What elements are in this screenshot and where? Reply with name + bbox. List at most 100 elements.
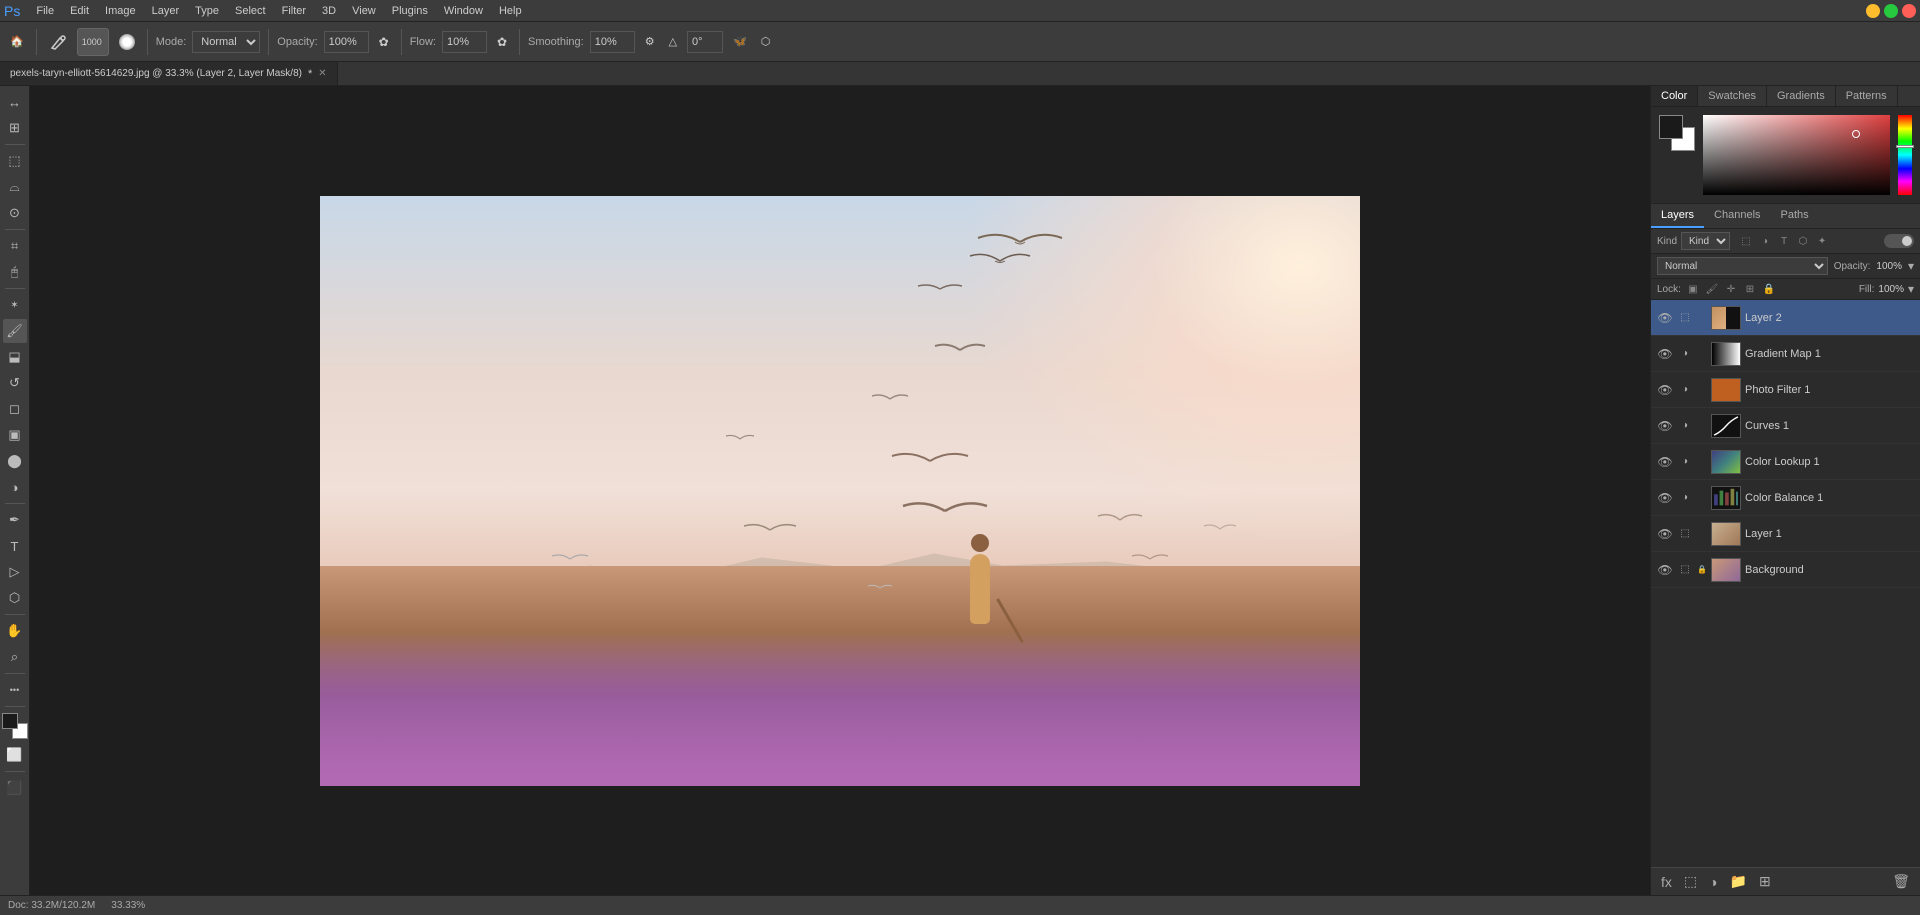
brush-tool-button[interactable] [45,31,71,53]
brush-tool[interactable]: 🖌 [3,319,27,343]
angle-input[interactable]: 0° [687,31,723,53]
layer-visibility-toggle[interactable]: 👁 [1657,418,1673,434]
gradient-tool[interactable]: ▣ [3,423,27,447]
history-brush-tool[interactable]: ↺ [3,371,27,395]
shape-tool[interactable]: ⬡ [3,586,27,610]
layer-item-layer1[interactable]: 👁 ⬚ Layer 1 [1651,516,1920,552]
angle-button[interactable]: △ [665,33,681,50]
lasso-tool[interactable]: ⌓ [3,175,27,199]
eyedropper-tool[interactable]: 🖰 [3,260,27,284]
menu-edit[interactable]: Edit [62,3,97,19]
quick-select-tool[interactable]: ⊙ [3,201,27,225]
symmetry-button[interactable]: 🦋 [729,33,751,50]
fill-value[interactable]: 100% [1878,284,1904,295]
layers-tab[interactable]: Layers [1651,204,1704,228]
filter-smart-icon[interactable]: ✦ [1814,233,1830,249]
dodge-tool[interactable]: ◑ [3,475,27,499]
home-button[interactable]: 🏠 [6,33,28,50]
menu-layer[interactable]: Layer [144,3,188,19]
opacity-row-value[interactable]: 100% [1876,261,1902,272]
menu-filter[interactable]: Filter [274,3,314,19]
menu-file[interactable]: File [28,3,62,19]
healing-brush-tool[interactable]: ✶ [3,293,27,317]
foreground-color-picker[interactable] [1659,115,1683,139]
smoothing-input[interactable]: 10% [590,31,635,53]
mode-select[interactable]: NormalMultiplyScreen [192,31,260,53]
swatches-tab[interactable]: Swatches [1698,86,1767,106]
pen-tool[interactable]: ✒ [3,508,27,532]
layer-item-curves[interactable]: 👁 ◑ Curves 1 [1651,408,1920,444]
hue-slider[interactable] [1898,115,1912,195]
opacity-dropdown-icon[interactable]: ▾ [1908,259,1914,273]
channels-tab[interactable]: Channels [1704,204,1770,228]
menu-type[interactable]: Type [187,3,227,19]
foreground-background-colors[interactable] [2,713,28,739]
more-tools-button[interactable]: ••• [3,678,27,702]
flow-pressure-button[interactable]: ✿ [493,33,511,51]
add-mask-button[interactable]: ⬚ [1680,871,1701,892]
layer-item-background[interactable]: 👁 ⬚ 🔒 Background [1651,552,1920,588]
move-tool[interactable]: ↔ [3,90,27,114]
layer-item-gradient-map[interactable]: 👁 ◑ Gradient Map 1 [1651,336,1920,372]
new-fill-layer-button[interactable]: ◑ [1705,872,1721,892]
opacity-pressure-button[interactable]: ✿ [375,33,393,51]
menu-select[interactable]: Select [227,3,274,19]
delete-layer-button[interactable]: 🗑 [1888,871,1914,892]
lock-artboard-icon[interactable]: ⊞ [1742,281,1758,297]
menu-3d[interactable]: 3D [314,3,344,19]
menu-view[interactable]: View [344,3,384,19]
filter-type-icon[interactable]: T [1776,233,1792,249]
layer-item-layer2[interactable]: 👁 ⬚ Layer 2 [1651,300,1920,336]
menu-image[interactable]: Image [97,3,144,19]
color-tab[interactable]: Color [1651,86,1698,106]
menu-help[interactable]: Help [491,3,530,19]
opacity-input[interactable]: 100% [324,31,369,53]
layer-visibility-toggle[interactable]: 👁 [1657,382,1673,398]
layer-visibility-toggle[interactable]: 👁 [1657,346,1673,362]
layer-item-color-balance[interactable]: 👁 ◑ Color Balance 1 [1651,480,1920,516]
layer-visibility-toggle[interactable]: 👁 [1657,562,1673,578]
brush-preset-button[interactable]: 1000 [77,28,109,56]
filter-toggle[interactable] [1884,234,1914,248]
lock-position-icon[interactable]: ✛ [1723,281,1739,297]
layer-item-color-lookup[interactable]: 👁 ◑ Color Lookup 1 [1651,444,1920,480]
add-layer-style-button[interactable]: fx [1657,872,1676,892]
filter-shape-icon[interactable]: ⬡ [1795,233,1811,249]
document-tab[interactable]: pexels-taryn-elliott-5614629.jpg @ 33.3%… [0,62,338,85]
fill-dropdown-icon[interactable]: ▾ [1908,282,1914,296]
layer-visibility-toggle[interactable]: 👁 [1657,526,1673,542]
layer-item-photo-filter[interactable]: 👁 ◑ Photo Filter 1 [1651,372,1920,408]
path-select-tool[interactable]: ▷ [3,560,27,584]
filter-select[interactable]: Kind [1681,232,1730,250]
foreground-color-swatch[interactable] [2,713,18,729]
close-button[interactable] [1902,4,1916,18]
type-tool[interactable]: T [3,534,27,558]
gradients-tab[interactable]: Gradients [1767,86,1836,106]
extra-button[interactable]: ⬡ [757,33,775,50]
new-group-button[interactable]: 📁 [1726,871,1751,892]
artboard-tool[interactable]: ⊞ [3,116,27,140]
paths-tab[interactable]: Paths [1771,204,1819,228]
lock-transparent-icon[interactable]: ▣ [1685,281,1701,297]
eraser-tool[interactable]: ◻ [3,397,27,421]
lock-image-icon[interactable]: 🖌 [1704,281,1720,297]
blur-tool[interactable]: ⬤ [3,449,27,473]
new-layer-button[interactable]: ⊞ [1755,871,1775,892]
marquee-tool[interactable]: ⬚ [3,149,27,173]
canvas-area[interactable] [30,86,1650,895]
menu-window[interactable]: Window [436,3,491,19]
layer-visibility-toggle[interactable]: 👁 [1657,490,1673,506]
minimize-button[interactable] [1866,4,1880,18]
filter-pixel-icon[interactable]: ⬚ [1738,233,1754,249]
crop-tool[interactable]: ⌗ [3,234,27,258]
screen-mode-button[interactable]: ⬛ [3,776,27,800]
tab-close-button[interactable]: ✕ [318,68,326,79]
blend-mode-select[interactable]: NormalMultiplyScreenOverlay [1657,257,1828,275]
stamp-tool[interactable]: ⬓ [3,345,27,369]
filter-adjust-icon[interactable]: ◑ [1757,233,1773,249]
layer-visibility-toggle[interactable]: 👁 [1657,310,1673,326]
quick-mask-button[interactable]: ⬜ [3,743,27,767]
maximize-button[interactable] [1884,4,1898,18]
layer-visibility-toggle[interactable]: 👁 [1657,454,1673,470]
color-picker-gradient[interactable] [1703,115,1890,195]
